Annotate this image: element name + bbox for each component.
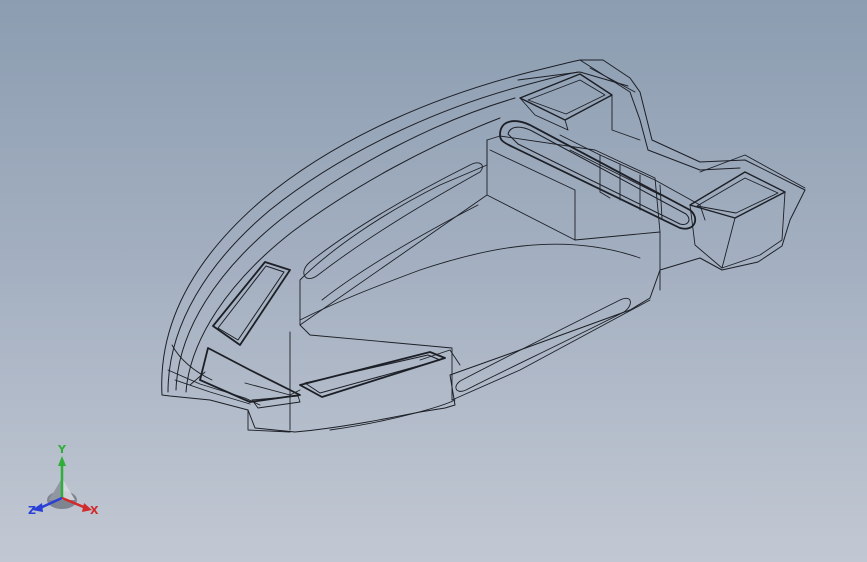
z-axis-label: Z [28, 504, 36, 517]
y-axis-label: Y [58, 443, 66, 456]
hull-outer-edges [161, 59, 806, 433]
port-rail [303, 162, 631, 392]
boat-hull-wireframe[interactable] [0, 0, 867, 562]
graphics-viewport[interactable]: Y X Z [0, 0, 867, 562]
rear-bins [519, 73, 786, 269]
coordinate-triad: Y X Z [22, 444, 104, 522]
x-axis-label: X [90, 504, 99, 517]
